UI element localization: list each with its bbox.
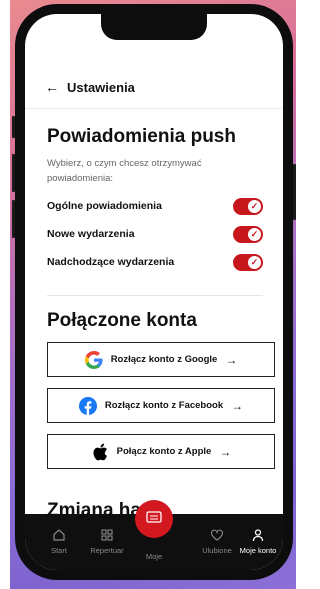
check-icon: ✓ [248,199,261,213]
tab-label: Moje [145,552,163,561]
accounts-section-title: Połączone konta [47,310,197,331]
phone-side-button [12,200,15,238]
toggle-row-general[interactable]: Ogólne powiadomienia ✓ [47,196,263,216]
section-divider [47,295,263,296]
home-icon [33,528,85,542]
toggle-label: Nadchodzące wydarzenia [47,256,175,268]
check-icon: ✓ [248,227,261,241]
user-icon [235,528,281,542]
push-description: Wybierz, o czym chcesz otrzymywać powiad… [47,158,202,184]
facebook-icon [78,396,97,415]
arrow-right-icon: → [231,398,244,413]
google-icon [84,350,103,369]
check-icon: ✓ [248,255,261,269]
tab-label: Repertuar [90,546,124,555]
facebook-button-label: Rozłącz konto z Facebook [104,400,224,411]
toggle-row-upcoming-events[interactable]: Nadchodzące wydarzenia ✓ [47,252,263,272]
tab-moje-konto[interactable]: Moje konto [235,528,281,555]
notch [101,14,207,40]
apple-button-label: Połącz konto z Apple [116,446,212,457]
bottom-tab-bar: Start Repertuar Moje Ulubione Moje konto [25,500,283,570]
google-button-label: Rozłącz konto z Google [110,354,218,365]
page-title: Ustawienia [67,79,135,95]
ticket-icon [145,509,163,530]
tab-label: Moje konto [239,546,277,555]
phone-side-button [293,164,296,220]
apple-icon [91,443,109,461]
general-notifications-toggle[interactable]: ✓ [233,197,263,215]
tab-label: Start [51,546,67,555]
disconnect-google-button[interactable]: Rozłącz konto z Google → [47,342,275,377]
new-events-toggle[interactable]: ✓ [233,225,263,243]
push-section-title: Powiadomienia push [47,126,236,147]
arrow-left-icon[interactable]: ← [45,80,59,94]
upcoming-events-toggle[interactable]: ✓ [233,253,263,271]
arrow-right-icon: → [225,352,238,367]
tab-repertuar[interactable]: Repertuar [81,528,133,555]
tab-moje[interactable] [135,500,173,538]
top-bar: ← Ustawienia [25,66,283,109]
disconnect-facebook-button[interactable]: Rozłącz konto z Facebook → [47,388,275,423]
phone-frame: ← Ustawienia Powiadomienia push Wybierz,… [12,4,296,580]
tab-start[interactable]: Start [33,528,85,555]
grid-icon [81,528,133,542]
app-screen: ← Ustawienia Powiadomienia push Wybierz,… [25,14,283,570]
toggle-label: Ogólne powiadomienia [47,200,162,212]
phone-side-button [12,116,15,138]
phone-side-button [12,154,15,192]
toggle-label: Nowe wydarzenia [47,228,135,240]
toggle-row-new-events[interactable]: Nowe wydarzenia ✓ [47,224,263,244]
arrow-right-icon: → [219,444,232,459]
connect-apple-button[interactable]: Połącz konto z Apple → [47,434,275,469]
